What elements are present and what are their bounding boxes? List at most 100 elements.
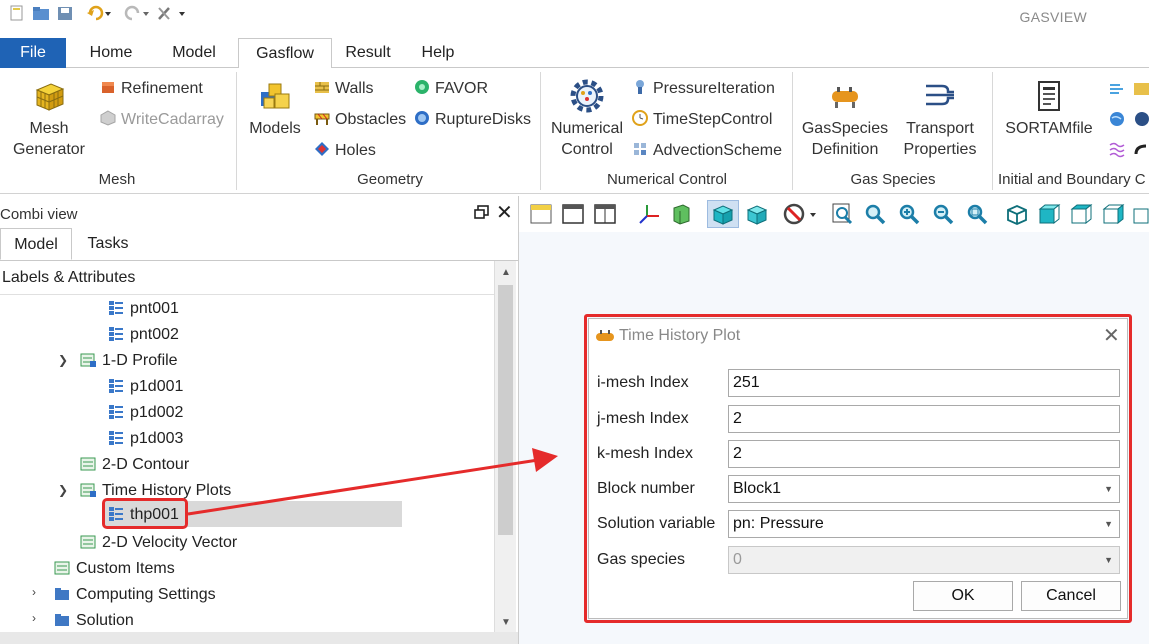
time-step-control-button[interactable]: TimeStepControl <box>632 109 772 131</box>
holes-button[interactable]: Holes <box>314 140 376 162</box>
tab-help[interactable]: Help <box>412 38 464 68</box>
highlight-box <box>102 498 188 529</box>
block-icon[interactable] <box>1132 80 1149 98</box>
green-box-icon[interactable] <box>669 202 693 226</box>
axes-icon[interactable] <box>637 202 661 226</box>
tree-item-2d-velocity-vector[interactable]: 2-D Velocity Vector <box>80 531 237 555</box>
refinement-label: Refinement <box>121 80 203 97</box>
tab-model-tree[interactable]: Model <box>0 228 72 260</box>
tab-model[interactable]: Model <box>162 38 226 68</box>
zoom-icon[interactable] <box>863 202 887 226</box>
window-icon[interactable] <box>561 202 585 226</box>
refinement-button[interactable]: Refinement <box>100 78 203 100</box>
sortam-file-icon <box>1038 81 1060 111</box>
float-window-icon[interactable] <box>474 204 490 220</box>
right-view-icon[interactable] <box>1101 202 1125 226</box>
open-folder-icon[interactable] <box>32 5 50 21</box>
obstacles-icon <box>314 113 330 125</box>
tree-item-p1d002[interactable]: p1d002 <box>108 401 183 425</box>
gauge-icon[interactable] <box>1132 110 1149 128</box>
tree-item-p1d003[interactable]: p1d003 <box>108 427 183 451</box>
no-draw-icon[interactable] <box>783 202 819 226</box>
obstacles-button[interactable]: Obstacles <box>314 109 406 131</box>
front-view-icon[interactable] <box>1037 202 1061 226</box>
undo-icon[interactable] <box>86 5 112 21</box>
sortam-file-button[interactable]: SORTAMfile <box>1002 78 1096 139</box>
tree-item-label: p1d002 <box>130 404 184 421</box>
tab-result[interactable]: Result <box>340 38 396 68</box>
numerical-control-button[interactable]: Numerical Control <box>546 78 628 160</box>
save-icon[interactable] <box>56 5 74 21</box>
walls-button[interactable]: Walls <box>314 78 374 100</box>
tree-item-solution[interactable]: Solution <box>54 609 134 633</box>
globe-icon[interactable] <box>1108 110 1126 128</box>
chevron-down-icon[interactable]: ❯ <box>58 353 68 367</box>
holes-label: Holes <box>335 142 376 159</box>
chevron-down-icon: ▼ <box>1104 555 1113 565</box>
zoom-box-icon[interactable] <box>831 202 855 226</box>
tree-item-2d-contour[interactable]: 2-D Contour <box>80 453 189 477</box>
refinement-icon <box>102 82 114 93</box>
tab-tasks[interactable]: Tasks <box>72 228 144 260</box>
tab-gasflow[interactable]: Gasflow <box>238 38 332 69</box>
top-view-icon[interactable] <box>1069 202 1093 226</box>
gas-species-definition-button[interactable]: GasSpecies Definition <box>800 78 890 160</box>
write-cadarray-button[interactable]: WriteCadarray <box>100 109 224 131</box>
gas-species-select[interactable]: 0 ▼ <box>728 546 1120 574</box>
j-mesh-input[interactable]: 2 <box>728 405 1120 433</box>
shaded-cube-icon[interactable] <box>711 202 735 226</box>
zoom-in-icon[interactable] <box>897 202 921 226</box>
close-icon[interactable]: ✕ <box>496 200 513 225</box>
scroll-up-icon[interactable]: ▲ <box>501 267 511 278</box>
ribbon-separator <box>236 72 237 190</box>
tree-item-pnt001[interactable]: pnt001 <box>108 297 179 321</box>
window-split-icon[interactable] <box>593 202 617 226</box>
transport-properties-button[interactable]: Transport Properties <box>898 78 982 160</box>
k-mesh-label: k-mesh Index <box>597 445 694 462</box>
tab-home[interactable]: Home <box>80 38 142 68</box>
tools-icon[interactable] <box>156 5 190 21</box>
new-view-icon[interactable] <box>529 202 553 226</box>
zoom-out-icon[interactable] <box>931 202 955 226</box>
block-number-select[interactable]: Block1 ▼ <box>728 475 1120 503</box>
cancel-button[interactable]: Cancel <box>1021 581 1121 611</box>
chevron-right-icon[interactable]: › <box>32 611 36 625</box>
numerical-control-label-1: Numerical <box>550 120 623 137</box>
close-icon[interactable]: ✕ <box>1103 323 1120 348</box>
tree-item-computing-settings[interactable]: Computing Settings <box>54 583 216 607</box>
pressure-iteration-button[interactable]: PressureIteration <box>632 78 775 100</box>
advection-scheme-button[interactable]: AdvectionScheme <box>632 140 782 162</box>
iso-view-icon[interactable] <box>1005 202 1029 226</box>
k-mesh-input[interactable]: 2 <box>728 440 1120 468</box>
tab-file[interactable]: File <box>0 38 66 68</box>
pressure-iteration-icon <box>636 80 644 94</box>
app-title: GASVIEW <box>1019 9 1087 25</box>
rear-view-icon[interactable] <box>1131 202 1149 226</box>
tree-item-custom-items[interactable]: Custom Items <box>54 557 175 581</box>
solution-variable-select[interactable]: pn: Pressure ▼ <box>728 510 1120 538</box>
chevron-right-icon[interactable]: › <box>32 585 36 599</box>
wave-icon[interactable] <box>1108 140 1126 158</box>
tree-item-1d-profile[interactable]: 1-D Profile <box>80 349 178 373</box>
rupture-disks-button[interactable]: RuptureDisks <box>414 109 531 131</box>
models-button[interactable]: Models <box>244 78 306 139</box>
ok-button[interactable]: OK <box>913 581 1013 611</box>
zoom-fit-icon[interactable] <box>965 202 989 226</box>
tree-item-label: 2-D Velocity Vector <box>102 534 238 551</box>
chevron-down-icon[interactable]: ❯ <box>58 483 68 497</box>
horizontal-scrollbar[interactable] <box>0 632 518 644</box>
i-mesh-input[interactable]: 251 <box>728 369 1120 397</box>
pipe-icon[interactable] <box>1132 140 1149 158</box>
redo-icon[interactable] <box>124 5 150 21</box>
new-file-icon[interactable] <box>8 5 26 21</box>
ribbon-separator <box>792 72 793 190</box>
title-bar: GASVIEW <box>0 0 1149 36</box>
scroll-down-icon[interactable]: ▼ <box>501 617 511 628</box>
dialog-title: Time History Plot <box>619 327 741 344</box>
tree-item-pnt002[interactable]: pnt002 <box>108 323 179 347</box>
favor-button[interactable]: FAVOR <box>414 78 488 100</box>
tree-item-p1d001[interactable]: p1d001 <box>108 375 183 399</box>
wind-icon[interactable] <box>1108 80 1126 98</box>
mesh-generator-button[interactable]: Mesh Generator <box>6 78 92 160</box>
cube-icon[interactable] <box>745 202 769 226</box>
